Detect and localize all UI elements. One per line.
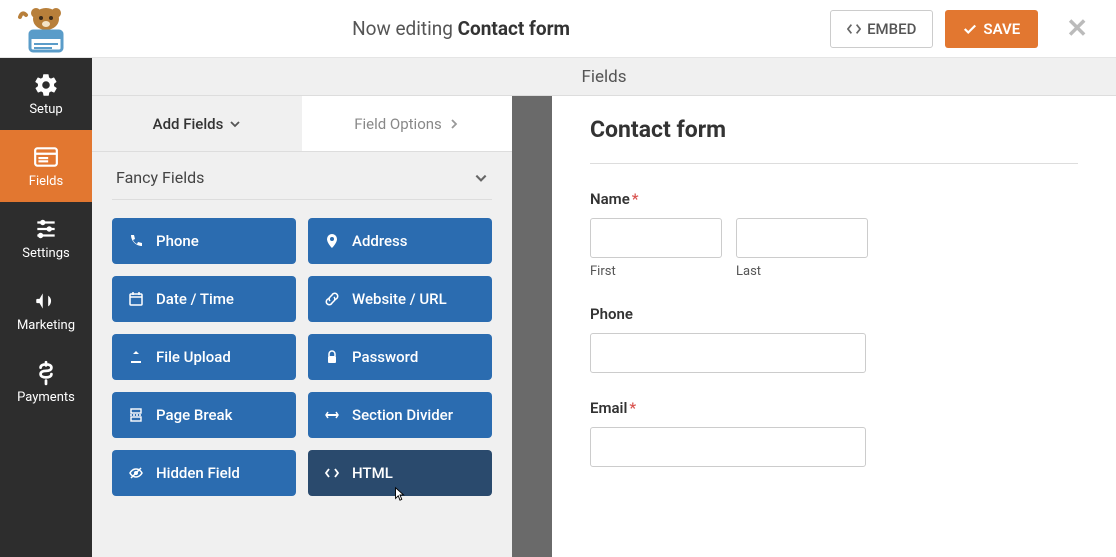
divider-icon: [324, 407, 340, 423]
field-section-divider[interactable]: Section Divider: [308, 392, 492, 438]
field-website-url[interactable]: Website / URL: [308, 276, 492, 322]
calendar-icon: [128, 291, 144, 307]
field-address[interactable]: Address: [308, 218, 492, 264]
eye-off-icon: [128, 465, 144, 481]
fields-panel: Add Fields Field Options Fancy Fields: [92, 96, 512, 557]
first-name-input[interactable]: [590, 218, 722, 258]
code-icon: [324, 465, 340, 481]
page-title: Now editing Contact form: [92, 17, 830, 40]
top-bar: Now editing Contact form EMBED SAVE ✕: [0, 0, 1116, 58]
last-sublabel: Last: [736, 264, 868, 279]
app-logo: [0, 0, 92, 58]
sidebar-item-settings[interactable]: Settings: [0, 202, 92, 274]
group-fancy-fields[interactable]: Fancy Fields: [92, 152, 512, 199]
cursor-icon: [392, 486, 408, 502]
phone-icon: [128, 233, 144, 249]
sidebar-item-setup[interactable]: Setup: [0, 58, 92, 130]
embed-button[interactable]: EMBED: [830, 10, 933, 48]
field-phone[interactable]: Phone: [112, 218, 296, 264]
field-hidden-field[interactable]: Hidden Field: [112, 450, 296, 496]
chevron-down-icon: [474, 171, 488, 185]
form-title: Contact form: [590, 116, 1078, 143]
email-input[interactable]: [590, 427, 866, 467]
field-page-break[interactable]: Page Break: [112, 392, 296, 438]
sidebar-nav: Setup Fields Settings Marketing Payments: [0, 58, 92, 557]
lock-icon: [324, 349, 340, 365]
page-break-icon: [128, 407, 144, 423]
sidebar-item-fields[interactable]: Fields: [0, 130, 92, 202]
link-icon: [324, 291, 340, 307]
field-date-time[interactable]: Date / Time: [112, 276, 296, 322]
phone-label: Phone: [590, 305, 1078, 323]
email-label: Email*: [590, 399, 1078, 417]
name-label: Name*: [590, 190, 1078, 208]
close-icon[interactable]: ✕: [1058, 14, 1096, 44]
sidebar-item-marketing[interactable]: Marketing: [0, 274, 92, 346]
save-button[interactable]: SAVE: [945, 10, 1038, 48]
sidebar-item-payments[interactable]: Payments: [0, 346, 92, 418]
field-password[interactable]: Password: [308, 334, 492, 380]
section-header: Fields: [92, 58, 1116, 96]
gutter: [512, 96, 552, 557]
tab-field-options[interactable]: Field Options: [302, 96, 512, 151]
phone-input[interactable]: [590, 333, 866, 373]
field-file-upload[interactable]: File Upload: [112, 334, 296, 380]
map-pin-icon: [324, 233, 340, 249]
last-name-input[interactable]: [736, 218, 868, 258]
first-sublabel: First: [590, 264, 722, 279]
tab-add-fields[interactable]: Add Fields: [92, 96, 302, 151]
form-preview: Contact form Name* First Last: [552, 96, 1116, 557]
upload-icon: [128, 349, 144, 365]
field-html[interactable]: HTML: [308, 450, 492, 496]
